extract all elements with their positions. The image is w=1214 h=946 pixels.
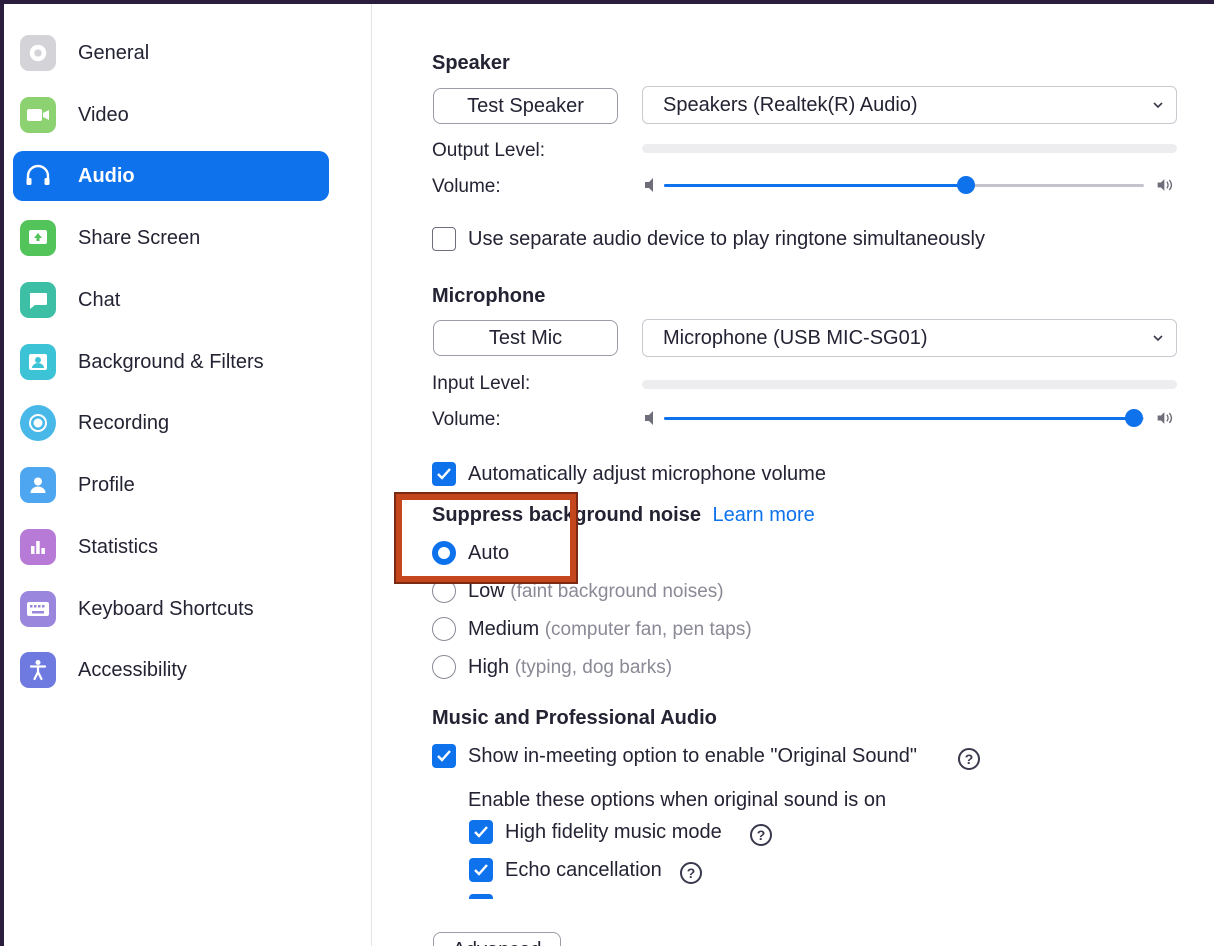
gear-icon bbox=[20, 35, 56, 71]
original-sound-checkbox[interactable] bbox=[432, 744, 456, 768]
microphone-section-title: Microphone bbox=[432, 285, 546, 307]
noise-auto-radio[interactable] bbox=[432, 541, 456, 565]
echo-cancellation-checkbox[interactable] bbox=[469, 858, 493, 882]
bar-chart-icon bbox=[20, 529, 56, 565]
microphone-volume-fill bbox=[664, 417, 1134, 420]
speaker-section-title: Speaker bbox=[432, 52, 510, 74]
noise-auto-label: Auto bbox=[468, 542, 510, 564]
sidebar-item-label: Profile bbox=[78, 473, 135, 496]
chat-bubble-icon bbox=[20, 282, 56, 318]
noise-low-label: Low (faint background noises) bbox=[468, 580, 724, 602]
sidebar-item-label: Audio bbox=[78, 164, 135, 187]
microphone-device-select[interactable]: Microphone (USB MIC-SG01) bbox=[642, 319, 1177, 357]
volume-low-icon bbox=[645, 178, 653, 192]
microphone-volume-label: Volume: bbox=[432, 409, 501, 430]
sidebar-item-video[interactable]: Video bbox=[13, 90, 329, 140]
sidebar-item-recording[interactable]: Recording bbox=[13, 398, 329, 448]
sidebar-item-profile[interactable]: Profile bbox=[13, 460, 329, 510]
share-screen-icon bbox=[20, 220, 56, 256]
advanced-button[interactable]: Advanced bbox=[433, 932, 561, 946]
auto-adjust-mic-checkbox[interactable] bbox=[432, 462, 456, 486]
checkmark-icon bbox=[437, 468, 451, 480]
help-circle-icon[interactable]: ? bbox=[958, 748, 980, 770]
checkmark-icon bbox=[474, 864, 488, 876]
checkmark-icon bbox=[437, 750, 451, 762]
keyboard-icon bbox=[20, 591, 56, 627]
sidebar-item-label: Chat bbox=[78, 288, 121, 311]
microphone-volume-slider-thumb[interactable] bbox=[1125, 409, 1143, 427]
high-fidelity-label: High fidelity music mode bbox=[505, 821, 722, 843]
input-level-label: Input Level: bbox=[432, 373, 531, 394]
sidebar-item-label: General bbox=[78, 41, 150, 64]
input-level-meter bbox=[642, 380, 1177, 389]
noise-high-label: High (typing, dog barks) bbox=[468, 656, 673, 678]
sidebar-item-keyboard-shortcuts[interactable]: Keyboard Shortcuts bbox=[13, 584, 329, 634]
original-sound-options-heading: Enable these options when original sound… bbox=[468, 789, 887, 811]
sidebar-item-background-filters[interactable]: Background & Filters bbox=[13, 337, 329, 387]
sidebar-item-label: Share Screen bbox=[78, 226, 201, 249]
sidebar-item-label: Recording bbox=[78, 411, 170, 434]
speaker-volume-label: Volume: bbox=[432, 176, 501, 197]
settings-window: General Video Audio Share Screen Chat Ba… bbox=[4, 4, 1214, 946]
learn-more-link[interactable]: Learn more bbox=[713, 504, 815, 526]
chevron-down-icon bbox=[1153, 335, 1163, 342]
checkmark-icon bbox=[474, 826, 488, 838]
volume-low-icon bbox=[645, 411, 653, 425]
sidebar-item-label: Keyboard Shortcuts bbox=[78, 597, 254, 620]
speaker-device-value: Speakers (Realtek(R) Audio) bbox=[663, 93, 918, 116]
sidebar-item-chat[interactable]: Chat bbox=[13, 275, 329, 325]
noise-high-radio[interactable] bbox=[432, 655, 456, 679]
settings-sidebar: General Video Audio Share Screen Chat Ba… bbox=[4, 4, 372, 946]
original-sound-label: Show in-meeting option to enable "Origin… bbox=[468, 745, 917, 767]
speaker-device-select[interactable]: Speakers (Realtek(R) Audio) bbox=[642, 86, 1177, 124]
headphones-icon bbox=[20, 158, 56, 194]
speaker-volume-fill bbox=[664, 184, 966, 187]
accessibility-icon bbox=[20, 652, 56, 688]
volume-high-icon bbox=[1157, 179, 1173, 191]
sidebar-item-accessibility[interactable]: Accessibility bbox=[13, 645, 329, 695]
volume-high-icon bbox=[1157, 412, 1173, 424]
noise-medium-radio[interactable] bbox=[432, 617, 456, 641]
sidebar-item-share-screen[interactable]: Share Screen bbox=[13, 213, 329, 263]
sidebar-item-label: Accessibility bbox=[78, 658, 187, 681]
microphone-device-value: Microphone (USB MIC-SG01) bbox=[663, 326, 928, 349]
sidebar-item-label: Video bbox=[78, 103, 129, 126]
noise-low-radio[interactable] bbox=[432, 579, 456, 603]
record-icon bbox=[20, 405, 56, 441]
sidebar-item-label: Statistics bbox=[78, 535, 159, 558]
chevron-down-icon bbox=[1153, 102, 1163, 109]
test-speaker-button[interactable]: Test Speaker bbox=[433, 88, 618, 124]
high-fidelity-checkbox[interactable] bbox=[469, 820, 493, 844]
suppress-noise-title: Suppress background noise Learn more bbox=[432, 504, 815, 527]
music-audio-section-title: Music and Professional Audio bbox=[432, 707, 717, 729]
scroll-clip-area bbox=[372, 900, 1214, 928]
suppress-noise-title-text: Suppress background noise bbox=[432, 504, 701, 526]
audio-settings-panel: Speaker Test Speaker Speakers (Realtek(R… bbox=[372, 4, 1214, 946]
ringtone-device-checkbox[interactable] bbox=[432, 227, 456, 251]
auto-adjust-mic-label: Automatically adjust microphone volume bbox=[468, 463, 826, 485]
profile-person-icon bbox=[20, 467, 56, 503]
video-camera-icon bbox=[20, 97, 56, 133]
sidebar-item-general[interactable]: General bbox=[13, 28, 329, 78]
speaker-volume-slider-thumb[interactable] bbox=[957, 176, 975, 194]
help-circle-icon[interactable]: ? bbox=[680, 862, 702, 884]
background-person-icon bbox=[20, 344, 56, 380]
output-level-meter bbox=[642, 144, 1177, 153]
ringtone-device-label: Use separate audio device to play ringto… bbox=[468, 228, 985, 250]
partial-checkbox-clipped bbox=[469, 894, 493, 899]
sidebar-item-label: Background & Filters bbox=[78, 350, 264, 373]
echo-cancellation-label: Echo cancellation bbox=[505, 859, 662, 881]
noise-medium-label: Medium (computer fan, pen taps) bbox=[468, 618, 752, 640]
sidebar-item-statistics[interactable]: Statistics bbox=[13, 522, 329, 572]
help-circle-icon[interactable]: ? bbox=[750, 824, 772, 846]
output-level-label: Output Level: bbox=[432, 140, 546, 161]
sidebar-item-audio[interactable]: Audio bbox=[13, 151, 329, 201]
test-mic-button[interactable]: Test Mic bbox=[433, 320, 618, 356]
